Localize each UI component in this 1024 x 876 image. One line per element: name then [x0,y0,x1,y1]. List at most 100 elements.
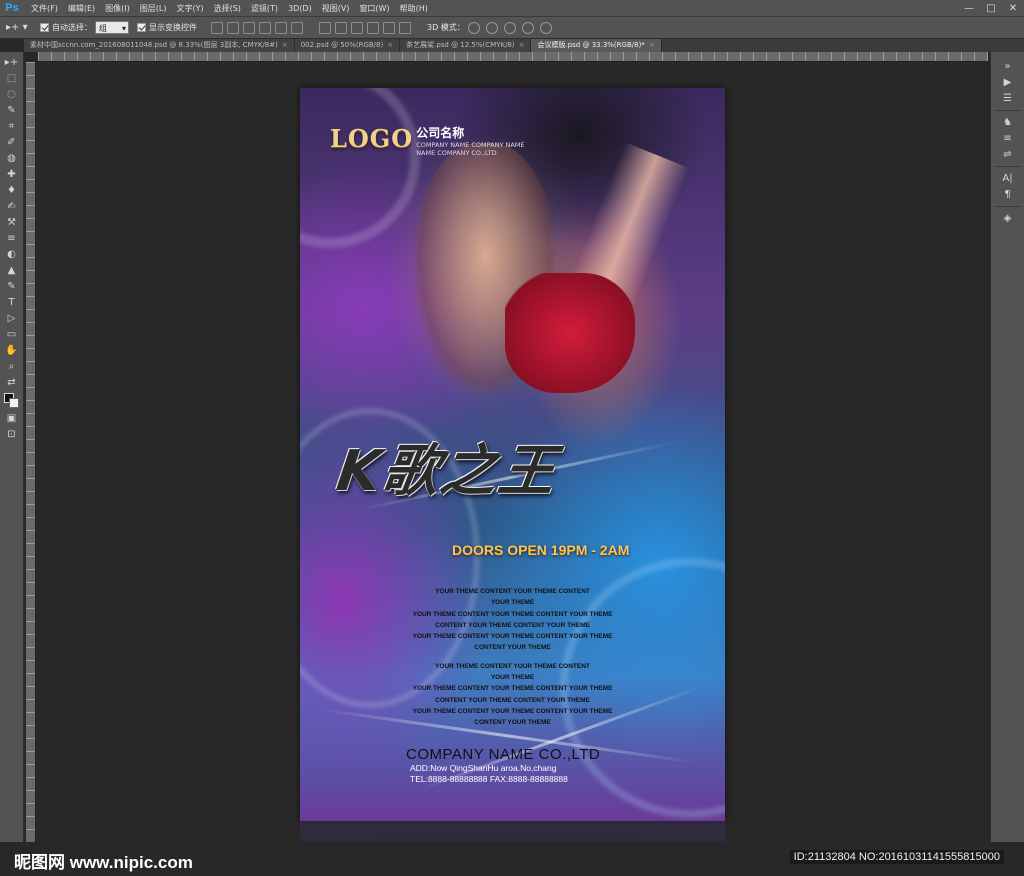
adjustments-icon[interactable]: ⇌ [1001,148,1014,161]
3d-mode-label: 3D 模式： [427,23,465,32]
distribute-bottom-icon[interactable] [351,21,363,34]
path-select-tool-icon[interactable]: ▷ [4,312,19,325]
distribute-right-icon[interactable] [399,21,411,34]
pen-tool-icon[interactable]: ✎ [4,280,19,293]
blur-tool-icon[interactable]: ◐ [4,248,19,261]
history-brush-tool-icon[interactable]: ✍ [4,200,19,213]
content-line: YOUR THEME CONTENT YOUR THEME CONTENT YO… [412,685,613,693]
tab-doc-3[interactable]: 茶艺展架.psd @ 12.5%(CMYK/8) × [400,39,532,52]
horizontal-ruler[interactable] [38,52,988,62]
tool-preset-picker[interactable]: ▸+ ▾ [6,20,32,36]
3d-pan-icon[interactable] [503,21,516,34]
3d-roll-icon[interactable] [485,21,498,34]
auto-select-checkbox[interactable] [40,23,49,32]
poster-document[interactable]: LOGO 公司名称 COMPANY NAME COMPANY NAME NAME… [300,88,725,821]
tab-label: 002.psd @ 50%(RGB/8) [300,41,384,49]
3d-rotate-icon[interactable] [467,21,480,34]
distribute-hcenter-icon[interactable] [383,21,395,34]
eraser-tool-icon[interactable]: ⚒ [4,216,19,229]
play-actions-icon[interactable]: ▶ [1001,76,1014,89]
tab-doc-4-active[interactable]: 会议模版.psd @ 33.3%(RGB/8)* × [531,39,662,52]
clone-stamp-tool-icon[interactable]: ♦ [4,184,19,197]
menu-filter[interactable]: 滤镜(T) [246,3,283,14]
maximize-icon[interactable]: □ [980,0,1002,17]
brush-tool-icon[interactable]: ✚ [4,168,19,181]
paragraph-panel-icon[interactable]: ¶ [1001,188,1014,201]
menu-file[interactable]: 文件(F) [26,3,63,14]
menu-edit[interactable]: 编辑(E) [63,3,100,14]
collapse-panel-icon[interactable]: » [1001,60,1014,73]
close-icon[interactable]: ✕ [1002,0,1024,17]
poster-logo: LOGO 公司名称 COMPANY NAME COMPANY NAME NAME… [330,124,525,157]
zoom-tool-icon[interactable]: ⌕ [4,360,19,373]
distribute-vcenter-icon[interactable] [335,21,347,34]
tool-presets-icon[interactable]: ♞ [1001,116,1014,129]
close-icon[interactable]: × [649,41,655,49]
auto-select-label: 自动选择： [52,23,92,32]
close-icon[interactable]: × [387,41,393,49]
menu-image[interactable]: 图像(I) [100,3,135,14]
3d-panel-icon[interactable]: ◈ [1001,212,1014,225]
content-line: CONTENT YOUR THEME CONTENT YOUR THEME [435,621,590,629]
align-bottom-icon[interactable] [243,21,255,34]
dodge-tool-icon[interactable]: ▲ [4,264,19,277]
align-hcenter-icon[interactable] [275,21,287,34]
properties-icon[interactable]: ≡ [1001,132,1014,145]
menu-layer[interactable]: 图层(L) [135,3,172,14]
tab-doc-2[interactable]: 002.psd @ 50%(RGB/8) × [294,39,401,52]
healing-brush-tool-icon[interactable]: ◍ [4,152,19,165]
lasso-tool-icon[interactable]: ◌ [4,88,19,101]
content-line: YOUR THEME CONTENT YOUR THEME CONTENT YO… [412,610,613,618]
menu-bar: Ps 文件(F) 编辑(E) 图像(I) 图层(L) 文字(Y) 选择(S) 滤… [0,0,1024,17]
distribute-top-icon[interactable] [319,21,331,34]
logo-text: LOGO [330,124,414,153]
minimize-icon[interactable]: — [958,0,980,17]
close-icon[interactable]: × [282,41,288,49]
distribute-left-icon[interactable] [367,21,379,34]
menu-3d[interactable]: 3D(D) [283,4,317,13]
character-panel-icon[interactable]: A| [1001,172,1014,185]
shape-tool-icon[interactable]: ▭ [4,328,19,341]
align-right-icon[interactable] [291,21,303,34]
content-line: YOUR THEME CONTENT YOUR THEME CONTENT [435,662,590,670]
align-top-icon[interactable] [211,21,223,34]
background-color-swatch[interactable] [9,398,19,408]
tab-label: 会议模版.psd @ 33.3%(RGB/8)* [537,41,645,49]
move-tool-icon[interactable]: ▸+ [4,56,19,69]
menu-window[interactable]: 窗口(W) [354,3,394,14]
content-line: CONTENT YOUR THEME [474,644,551,652]
menu-select[interactable]: 选择(S) [209,3,246,14]
marquee-tool-icon[interactable]: ⬚ [4,72,19,85]
content-line: YOUR THEME [490,599,535,607]
show-transform-checkbox[interactable] [137,23,146,32]
3d-slide-icon[interactable] [521,21,534,34]
menu-type[interactable]: 文字(Y) [171,3,208,14]
bottom-bar: 昵图网 www.nipic.com ID:21132804 NO:2016103… [0,842,1024,876]
eyedropper-tool-icon[interactable]: ✐ [4,136,19,149]
poster-reflection: TEL:8888-88888888 FAX:8888-88888888 [300,821,725,842]
quick-mask-icon[interactable]: ▣ [4,412,19,425]
vertical-ruler[interactable] [26,62,36,844]
tab-doc-1[interactable]: 素材中国sccnn.com_201608011048.psd @ 8.33%(图… [24,39,295,52]
logo-subtitle: NAME COMPANY CO.,LTD [416,149,497,157]
menu-help[interactable]: 帮助(H) [395,3,433,14]
tab-label: 茶艺展架.psd @ 12.5%(CMYK/8) [406,41,515,49]
canvas-area[interactable]: LOGO 公司名称 COMPANY NAME COMPANY NAME NAME… [38,62,990,842]
swap-colors-icon[interactable]: ⇄ [4,376,19,389]
align-vcenter-icon[interactable] [227,21,239,34]
screen-mode-icon[interactable]: ⊡ [4,428,19,441]
close-icon[interactable]: × [519,41,525,49]
content-line: YOUR THEME CONTENT YOUR THEME CONTENT [435,588,590,595]
menu-view[interactable]: 视图(V) [317,3,355,14]
content-line: CONTENT YOUR THEME [474,719,551,727]
3d-scale-icon[interactable] [539,21,552,34]
hand-tool-icon[interactable]: ✋ [4,344,19,357]
quick-select-tool-icon[interactable]: ✎ [4,104,19,117]
crop-tool-icon[interactable]: ⌗ [4,120,19,133]
type-tool-icon[interactable]: T [4,296,19,309]
align-left-icon[interactable] [259,21,271,34]
auto-select-dropdown[interactable]: 组 [95,21,129,35]
history-panel-icon[interactable]: ☰ [1001,92,1014,105]
gradient-tool-icon[interactable]: ≡ [4,232,19,245]
company-info: COMPANY NAME CO.,LTD ADD:Now QingShanHu … [406,746,600,785]
